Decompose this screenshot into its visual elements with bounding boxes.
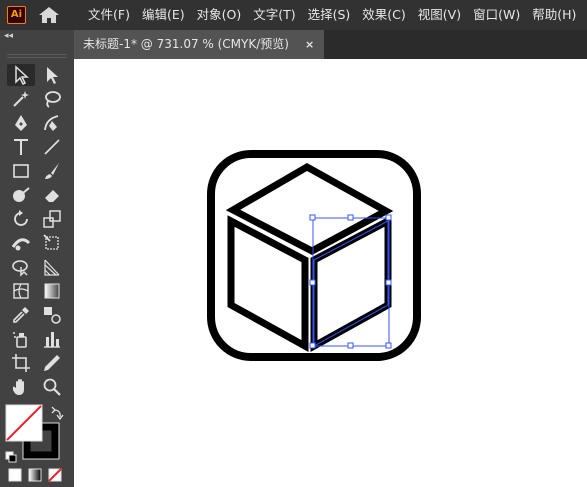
menu-help[interactable]: 帮助(H) [526, 0, 582, 30]
rotate-tool-icon[interactable] [7, 208, 35, 230]
menu-type[interactable]: 文字(T) [247, 0, 301, 30]
paintbrush-tool-icon[interactable] [38, 160, 66, 182]
hand-tool-icon[interactable] [7, 376, 35, 398]
artwork [207, 150, 421, 361]
app-logo: Ai [7, 6, 26, 24]
curvature-tool-icon[interactable] [38, 112, 66, 134]
shaper-tool-icon[interactable] [7, 184, 35, 206]
type-tool-icon[interactable] [7, 136, 35, 158]
cube-top-face [225, 162, 394, 255]
panel-grip[interactable] [7, 54, 67, 58]
cube-right-face [310, 215, 392, 352]
tools-panel [0, 42, 74, 487]
symbol-sprayer-tool-icon[interactable] [7, 328, 35, 350]
menu-file[interactable]: 文件(F) [82, 0, 136, 30]
fill-stroke-swatches[interactable] [5, 404, 65, 472]
scale-tool-icon[interactable] [38, 208, 66, 230]
blend-tool-icon[interactable] [38, 304, 66, 326]
menu-effect[interactable]: 效果(C) [356, 0, 411, 30]
document-tab[interactable]: 未标题-1* @ 731.07 % (CMYK/预览) × [74, 30, 324, 59]
magic-wand-tool-icon[interactable] [7, 88, 35, 110]
menu-edit[interactable]: 编辑(E) [136, 0, 191, 30]
line-segment-tool-icon[interactable] [38, 136, 66, 158]
selection-tool-icon[interactable] [7, 64, 35, 86]
free-transform-tool-icon[interactable] [38, 232, 66, 254]
gradient-mode-icon[interactable] [28, 468, 42, 482]
menu-bar: Ai 文件(F) 编辑(E) 对象(O) 文字(T) 选择(S) 效果(C) 视… [0, 0, 587, 30]
collapse-panel-icon[interactable]: ◂◂ [4, 30, 13, 42]
shape-builder-tool-icon[interactable] [7, 256, 35, 278]
eraser-tool-icon[interactable] [38, 184, 66, 206]
lasso-tool-icon[interactable] [38, 88, 66, 110]
menu-view[interactable]: 视图(V) [412, 0, 467, 30]
document-tab-bar: 未标题-1* @ 731.07 % (CMYK/预览) × [74, 30, 587, 59]
slice-tool-icon[interactable] [38, 352, 66, 374]
perspective-grid-tool-icon[interactable] [38, 256, 66, 278]
artboard-canvas[interactable] [74, 59, 587, 487]
close-tab-icon[interactable]: × [305, 30, 314, 59]
document-tab-title[interactable]: 未标题-1* @ 731.07 % (CMYK/预览) [83, 30, 289, 59]
none-mode-icon[interactable] [48, 468, 62, 482]
pen-tool-icon[interactable] [7, 112, 35, 134]
direct-selection-tool-icon[interactable] [38, 64, 66, 86]
rectangle-tool-icon[interactable] [7, 160, 35, 182]
eyedropper-tool-icon[interactable] [7, 304, 35, 326]
artboard-tool-icon[interactable] [7, 352, 35, 374]
mesh-tool-icon[interactable] [7, 280, 35, 302]
width-tool-icon[interactable] [7, 232, 35, 254]
column-graph-tool-icon[interactable] [38, 328, 66, 350]
home-icon[interactable] [38, 6, 60, 24]
zoom-tool-icon[interactable] [38, 376, 66, 398]
color-mode-icon[interactable] [8, 468, 22, 482]
menu-select[interactable]: 选择(S) [302, 0, 357, 30]
main-menu: 文件(F) 编辑(E) 对象(O) 文字(T) 选择(S) 效果(C) 视图(V… [82, 0, 582, 30]
menu-window[interactable]: 窗口(W) [467, 0, 526, 30]
menu-object[interactable]: 对象(O) [191, 0, 248, 30]
gradient-tool-icon[interactable] [38, 280, 66, 302]
toolbar-header: ◂◂ [0, 30, 74, 42]
